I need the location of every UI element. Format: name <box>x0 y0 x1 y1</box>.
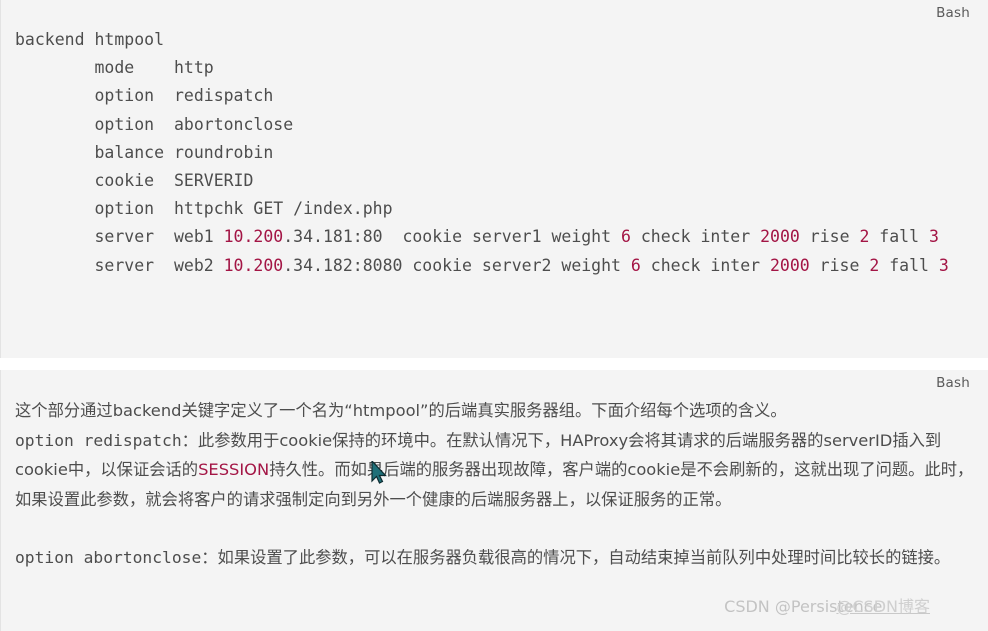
prose-paragraph-intro: 这个部分通过backend关键字定义了一个名为“htmpool”的后端真实服务器… <box>15 396 974 426</box>
code-text-token: rise <box>799 227 860 247</box>
code-text-token: balance roundrobin <box>15 142 274 162</box>
prose-code-token: option redispatch <box>15 430 182 450</box>
prose-text-token: ：如果设置了此参数，可以在服务器负载很高的情况下，自动结束掉当前队列中处理时间比… <box>201 548 951 567</box>
code-text-token: rise <box>809 255 870 275</box>
code-number-token: 10.200 <box>223 255 284 275</box>
code-text-token: option abortonclose <box>15 114 294 134</box>
watermark-overlay-text: @CSDN博客 <box>836 597 930 616</box>
code-text-token: check inter <box>630 227 761 247</box>
code-line: option abortonclose <box>15 115 293 134</box>
code-text-token: option httpchk GET /index.php <box>15 199 393 219</box>
code-number-token: 2 <box>869 255 880 275</box>
code-number-token: 3 <box>938 255 949 275</box>
code-text-token: fall <box>869 227 929 247</box>
code-line: server web1 10.200.34.181:80 cookie serv… <box>15 227 939 247</box>
prose-paragraph-redispatch: option redispatch：此参数用于cookie保持的环境中。在默认情… <box>15 426 974 515</box>
code-number-token: 2000 <box>770 255 810 275</box>
code-text-token: backend htmpool <box>15 30 165 49</box>
code-number-token: 3 <box>928 227 939 247</box>
block-separator <box>0 358 988 370</box>
code-block-haproxy-config: Bash backend htmpool mode http option re… <box>0 0 988 358</box>
prose-paragraph-gap <box>15 514 974 543</box>
code-number-token: 10.200 <box>223 227 284 247</box>
code-text-token: .34.182:8080 cookie server2 weight <box>283 255 631 275</box>
code-text-token: fall <box>879 255 939 275</box>
code-text-token: server web1 <box>15 227 224 247</box>
code-text-token: check inter <box>640 255 770 275</box>
code-number-token: 2000 <box>760 227 800 247</box>
prose-code-token: option abortonclose <box>15 548 202 567</box>
prose-paragraph-abortonclose: option abortonclose：如果设置了此参数，可以在服务器负载很高的… <box>15 543 974 573</box>
code-line: cookie SERVERID <box>15 171 253 190</box>
code-text-token: option redispatch <box>15 86 274 106</box>
code-line: option redispatch <box>15 86 273 105</box>
code-line: balance roundrobin <box>15 143 273 162</box>
code-block-language-label: Bash <box>936 5 970 21</box>
prose-text-token: 这个部分通过backend关键字定义了一个名为“htmpool”的后端真实服务器… <box>15 401 787 420</box>
code-text-token: .34.181:80 cookie server1 weight <box>283 227 621 247</box>
code-number-token: 6 <box>630 255 641 275</box>
code-line: backend htmpool <box>15 30 164 49</box>
prose-block-explanation: Bash 这个部分通过backend关键字定义了一个名为“htmpool”的后端… <box>0 370 988 631</box>
code-number-token: 2 <box>859 227 870 247</box>
prose-block-content[interactable]: 这个部分通过backend关键字定义了一个名为“htmpool”的后端真实服务器… <box>1 370 988 573</box>
csdn-watermark: CSDN @Persistence@CSDN博客 <box>724 597 976 617</box>
code-block-content[interactable]: backend htmpool mode http option redispa… <box>1 0 988 280</box>
code-line: option httpchk GET /index.php <box>15 199 393 219</box>
prose-block-language-label: Bash <box>936 375 970 391</box>
code-text-token: mode http <box>15 58 214 78</box>
code-line: server web2 10.200.34.182:8080 cookie se… <box>15 255 949 275</box>
code-line: mode http <box>15 58 214 78</box>
code-text-token: cookie SERVERID <box>15 171 254 191</box>
prose-highlight-token: SESSION <box>198 460 270 479</box>
code-text-token: server web2 <box>15 255 224 275</box>
screenshot-root: Bash backend htmpool mode http option re… <box>0 0 988 631</box>
code-number-token: 6 <box>621 227 631 247</box>
